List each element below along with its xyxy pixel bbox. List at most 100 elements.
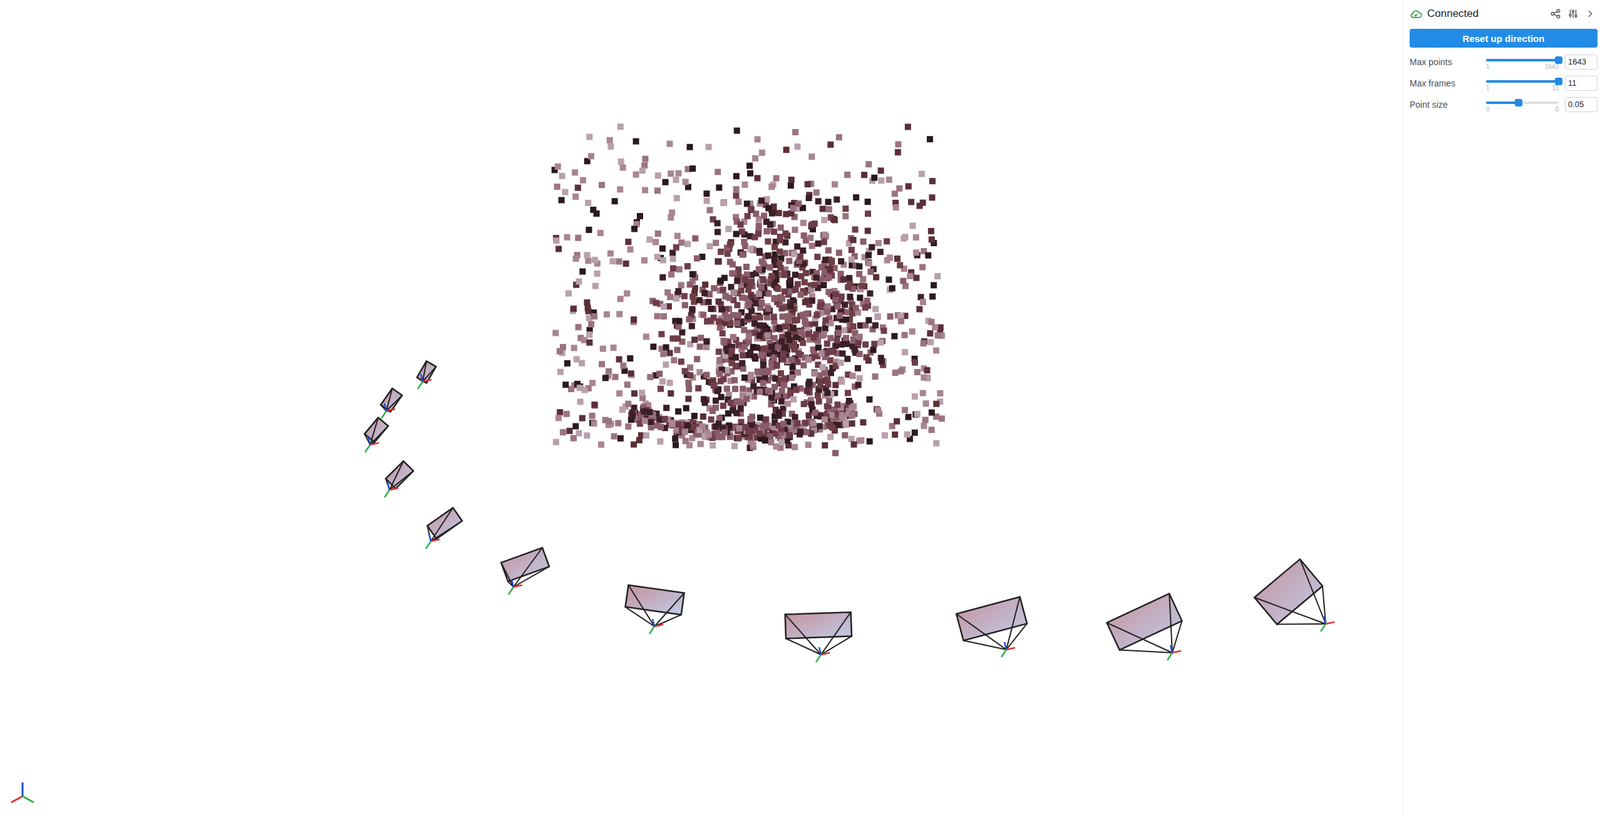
camera-frustum[interactable]: [364, 417, 389, 453]
slider[interactable]: 00: [1486, 96, 1559, 113]
point: [809, 242, 816, 249]
scene[interactable]: [0, 0, 1403, 815]
slider-track[interactable]: [1486, 101, 1559, 104]
slider-track[interactable]: [1486, 58, 1559, 62]
point: [616, 390, 623, 397]
point: [654, 313, 661, 320]
point: [636, 437, 643, 444]
camera-frustum[interactable]: [500, 547, 550, 595]
point: [792, 271, 799, 279]
camera-frustum[interactable]: [425, 507, 463, 549]
point: [703, 197, 711, 205]
slider-track[interactable]: [1486, 80, 1559, 83]
point: [920, 374, 927, 381]
point: [866, 259, 873, 267]
point: [848, 246, 855, 253]
point: [572, 193, 579, 200]
point: [742, 276, 749, 283]
point: [884, 256, 891, 264]
value-input[interactable]: 0.05: [1564, 97, 1598, 113]
point: [657, 385, 664, 393]
point: [591, 313, 598, 320]
point: [763, 196, 771, 203]
reset-up-direction-button[interactable]: Reset up direction: [1409, 28, 1598, 48]
slider[interactable]: 111: [1486, 75, 1559, 92]
camera-frustum[interactable]: [956, 596, 1028, 657]
camera-frustum[interactable]: [785, 611, 852, 662]
point: [800, 400, 808, 408]
slider-thumb[interactable]: [1514, 98, 1523, 107]
camera-frustum[interactable]: [380, 388, 403, 419]
point: [799, 339, 806, 346]
point: [758, 368, 766, 376]
settings-sliders-icon[interactable]: [1567, 8, 1579, 20]
x-axis: [370, 442, 379, 445]
slider[interactable]: 11643: [1486, 53, 1559, 71]
scene-canvas[interactable]: [0, 0, 1403, 815]
point: [710, 284, 718, 292]
point: [688, 323, 696, 330]
point: [891, 190, 899, 197]
point: [603, 311, 610, 318]
value-input[interactable]: 1643: [1564, 54, 1598, 70]
point: [851, 346, 858, 353]
frustum-edge: [513, 547, 543, 587]
point: [697, 440, 704, 448]
point: [836, 249, 843, 257]
slider-label: Point size: [1409, 99, 1480, 110]
point: [771, 255, 778, 262]
frustum-edge: [1300, 559, 1326, 624]
point: [607, 143, 614, 150]
camera-frustum[interactable]: [384, 460, 414, 498]
z-axis: [368, 437, 371, 445]
collapse-chevron-icon[interactable]: [1584, 8, 1595, 20]
x-axis: [513, 584, 523, 587]
point: [926, 135, 934, 143]
point: [717, 324, 724, 331]
point: [794, 243, 801, 250]
point: [923, 366, 930, 374]
point: [911, 429, 919, 436]
point: [752, 155, 759, 162]
point: [646, 373, 654, 381]
slider-thumb[interactable]: [1554, 56, 1563, 64]
camera-frustum[interactable]: [625, 584, 685, 634]
point: [751, 320, 758, 327]
x-axis: [1325, 621, 1335, 624]
slider-fill: [1486, 101, 1519, 104]
point: [777, 237, 784, 244]
point: [689, 293, 696, 300]
point: [617, 123, 624, 130]
point: [710, 381, 718, 389]
point: [623, 289, 630, 297]
point: [591, 256, 599, 264]
z-axis: [511, 579, 514, 587]
point: [584, 251, 591, 259]
point: [795, 200, 802, 207]
point: [571, 169, 579, 176]
share-icon[interactable]: [1549, 8, 1562, 20]
point: [662, 361, 669, 368]
point: [913, 249, 920, 256]
slider-min: 1: [1486, 63, 1490, 71]
point: [750, 343, 757, 351]
point: [701, 289, 708, 297]
value-input[interactable]: 11: [1564, 75, 1598, 91]
point: [801, 279, 808, 286]
point: [741, 374, 748, 381]
point: [663, 404, 670, 411]
y-axis: [1001, 649, 1007, 657]
point: [579, 177, 587, 184]
point: [712, 239, 719, 247]
point: [703, 338, 711, 345]
point: [775, 408, 783, 416]
frustum-edge: [785, 614, 821, 655]
point: [558, 196, 565, 203]
slider-thumb[interactable]: [1554, 77, 1563, 86]
point: [866, 396, 873, 403]
camera-frustum[interactable]: [417, 361, 436, 389]
camera-frustum[interactable]: [1106, 593, 1182, 661]
point: [765, 305, 772, 312]
camera-frustum[interactable]: [1254, 559, 1335, 632]
point: [739, 251, 746, 259]
